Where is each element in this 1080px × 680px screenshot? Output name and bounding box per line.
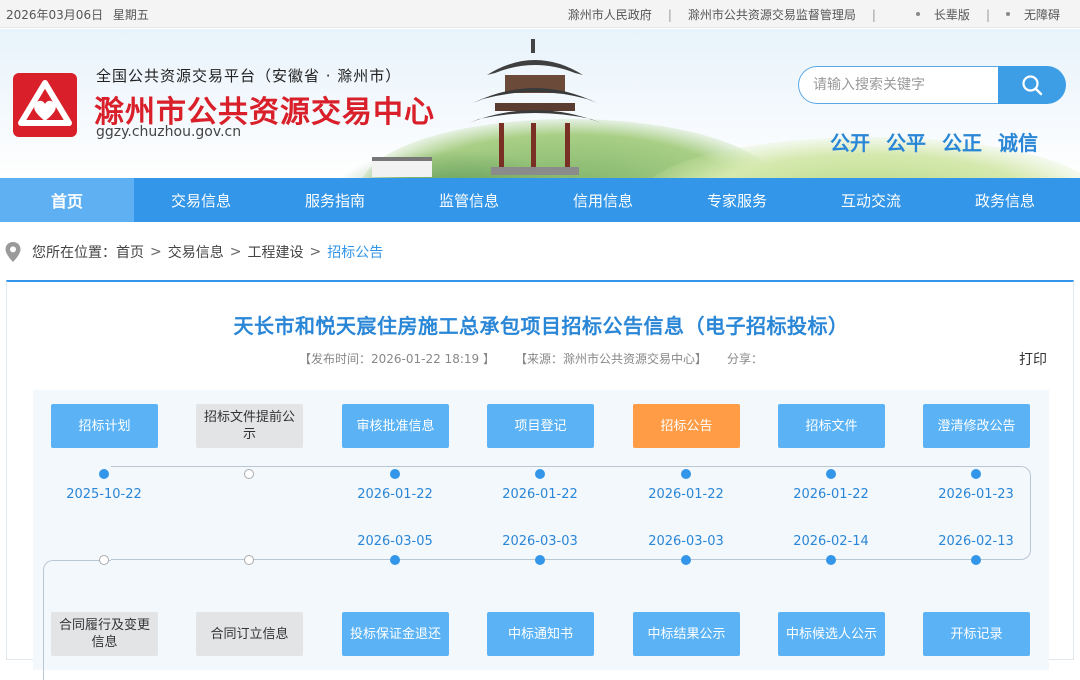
flow-step-date: 2026-01-23: [938, 487, 1014, 502]
top-utility-bar: 2026年03月06日 星期五 滁州市人民政府 | 滁州市公共资源交易监督管理局…: [0, 0, 1080, 28]
top-links: 滁州市人民政府 | 滁州市公共资源交易监督管理局 | 长辈版 | 无障碍: [568, 6, 1060, 23]
breadcrumb: 您所在位置： 首页 > 交易信息 > 工程建设 > 招标公告: [4, 240, 383, 264]
flow-step-date: 2026-02-14: [793, 534, 869, 549]
flow-node-dot: [244, 555, 254, 565]
link-supervision-bureau[interactable]: 滁州市公共资源交易监督管理局: [688, 6, 856, 23]
breadcrumb-separator: >: [150, 244, 162, 260]
nav-item-service-guide[interactable]: 服务指南: [268, 178, 402, 222]
nav-item-supervision[interactable]: 监管信息: [402, 178, 536, 222]
breadcrumb-trading-info[interactable]: 交易信息: [168, 242, 224, 262]
flow-step-button[interactable]: 合同履行及变更信息: [51, 612, 158, 656]
flow-step-button[interactable]: 澄清修改公告: [923, 404, 1030, 448]
slogan: 公开 公平 公正 诚信: [830, 127, 1038, 156]
nav-item-government-affairs[interactable]: 政务信息: [938, 178, 1072, 222]
flow-step-date: 2026-01-22: [502, 487, 578, 502]
flow-node-dot: [971, 555, 981, 565]
flow-step-date: 2026-01-22: [357, 487, 433, 502]
flow-node-dot: [681, 555, 691, 565]
banner-building: [372, 157, 432, 177]
logo-emblem-icon: [13, 73, 77, 137]
site-url: ggzy.chuzhou.gov.cn: [96, 124, 242, 140]
search-button[interactable]: [998, 66, 1066, 104]
nav-item-trading-info[interactable]: 交易信息: [134, 178, 268, 222]
flow-node-dot: [535, 469, 545, 479]
flow-node-dot: [826, 555, 836, 565]
location-pin-icon: [5, 242, 21, 262]
article-meta: 【发布时间：2026-01-22 18:19 】 【来源：滁州市公共资源交易中心…: [299, 350, 763, 367]
publish-time: 【发布时间：2026-01-22 18:19 】: [299, 352, 495, 366]
breadcrumb-current[interactable]: 招标公告: [327, 242, 383, 262]
nav-item-home[interactable]: 首页: [0, 178, 134, 222]
flow-step-button[interactable]: 招标公告: [633, 404, 740, 448]
article-source: 【来源：滁州市公共资源交易中心】: [514, 352, 707, 366]
slogan-word: 诚信: [998, 131, 1038, 155]
flow-step-date: 2026-02-13: [938, 534, 1014, 549]
flow-step-button[interactable]: 中标通知书: [487, 612, 594, 656]
bullet-icon: [1005, 11, 1010, 16]
link-city-government[interactable]: 滁州市人民政府: [568, 6, 652, 23]
breadcrumb-separator: >: [309, 244, 322, 260]
flow-step-button[interactable]: 开标记录: [923, 612, 1030, 656]
flow-node-dot: [971, 469, 981, 479]
separator: |: [985, 7, 990, 22]
bullet-icon: [915, 11, 920, 16]
flow-node-dot: [681, 469, 691, 479]
flow-node-dot: [390, 555, 400, 565]
nav-item-experts[interactable]: 专家服务: [670, 178, 804, 222]
print-button[interactable]: 打印: [1019, 349, 1047, 369]
flow-step-button[interactable]: 招标文件: [778, 404, 885, 448]
nav-item-interaction[interactable]: 互动交流: [804, 178, 938, 222]
flow-node-dot: [99, 555, 109, 565]
share-label[interactable]: 分享：: [727, 350, 763, 367]
flow-step-date: 2026-03-05: [357, 534, 433, 549]
separator: |: [667, 7, 672, 22]
current-date: 2026年03月06日 星期五: [6, 6, 155, 23]
flow-step-button[interactable]: 中标候选人公示: [778, 612, 885, 656]
article-title: 天长市和悦天宸住房施工总承包项目招标公告信息（电子招标投标）: [233, 314, 849, 338]
platform-line: 全国公共资源交易平台（安徽省 · 滁州市）: [96, 67, 402, 85]
breadcrumb-separator: >: [229, 244, 242, 260]
weekday-text: 星期五: [112, 8, 149, 22]
breadcrumb-home[interactable]: 首页: [116, 242, 144, 262]
slogan-word: 公开: [830, 131, 870, 155]
site-header: 全国公共资源交易平台（安徽省 · 滁州市） 滁州市公共资源交易中心 ggzy.c…: [0, 29, 1080, 178]
flow-node-dot: [244, 469, 254, 479]
flow-step-date: 2025-10-22: [66, 487, 142, 502]
flow-step-button[interactable]: 项目登记: [487, 404, 594, 448]
flow-step-date: 2026-03-03: [502, 534, 578, 549]
flow-node-dot: [826, 469, 836, 479]
flow-step-button[interactable]: 招标计划: [51, 404, 158, 448]
link-accessibility[interactable]: 无障碍: [1024, 6, 1060, 23]
flow-node-dot: [99, 469, 109, 479]
breadcrumb-prefix: 您所在位置：: [32, 245, 116, 261]
separator: |: [871, 7, 876, 22]
flow-step-date: 2026-03-03: [648, 534, 724, 549]
flow-step-date: 2026-01-22: [793, 487, 869, 502]
flow-step-button[interactable]: 投标保证金退还: [342, 612, 449, 656]
pavilion-illustration: [469, 39, 601, 175]
flow-step-button[interactable]: 合同订立信息: [196, 612, 303, 656]
slogan-word: 公平: [886, 131, 926, 155]
flow-step-button[interactable]: 审核批准信息: [342, 404, 449, 448]
main-nav: 首页 交易信息 服务指南 监管信息 信用信息 专家服务 互动交流 政务信息: [0, 178, 1080, 222]
search-input[interactable]: [798, 66, 1008, 104]
flow-node-dot: [390, 469, 400, 479]
date-text: 2026年03月06日: [6, 8, 104, 22]
flow-step-button[interactable]: 中标结果公示: [633, 612, 740, 656]
article-panel: 天长市和悦天宸住房施工总承包项目招标公告信息（电子招标投标） 【发布时间：202…: [6, 280, 1074, 680]
breadcrumb-engineering[interactable]: 工程建设: [247, 242, 303, 262]
flow-step-date: 2026-01-22: [648, 487, 724, 502]
search-box: [798, 66, 1066, 104]
flow-step-button[interactable]: 招标文件提前公示: [196, 404, 303, 448]
procurement-flow: 招标计划 2025-10-22 招标文件提前公示 审核批准信息 2026-01-22 项目…: [33, 390, 1049, 680]
nav-item-credit[interactable]: 信用信息: [536, 178, 670, 222]
flow-node-dot: [535, 555, 545, 565]
slogan-word: 公正: [942, 131, 982, 155]
search-icon: [1022, 75, 1043, 96]
link-elder-mode[interactable]: 长辈版: [934, 6, 970, 23]
